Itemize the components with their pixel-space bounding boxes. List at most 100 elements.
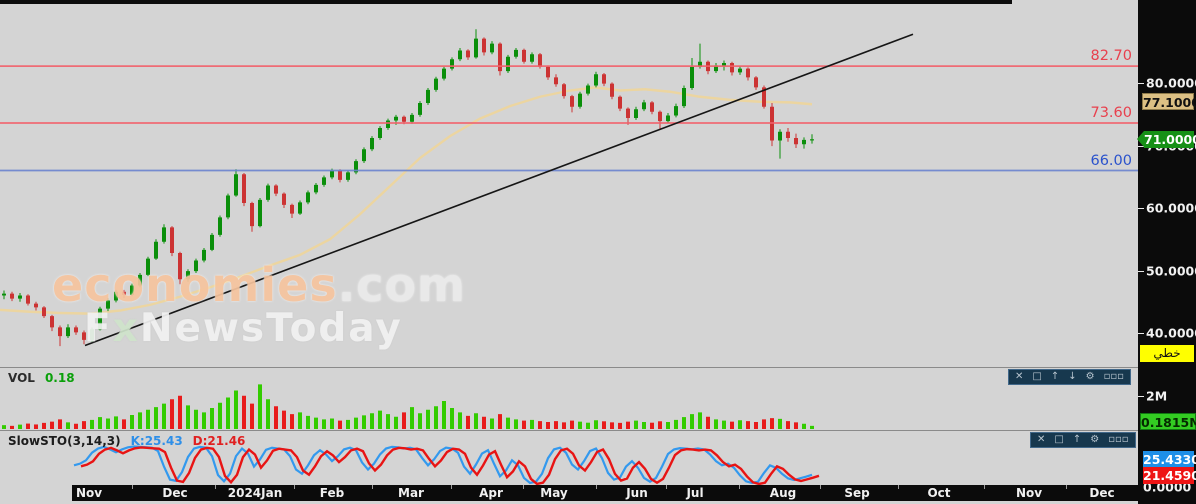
last-price-badge: 71.0000	[1137, 131, 1196, 148]
settings-icon[interactable]: ⚙	[1090, 433, 1099, 447]
month-label: Jun	[626, 486, 648, 500]
candle-body	[434, 78, 438, 90]
volume-bar	[202, 412, 206, 429]
candle-body	[466, 50, 470, 58]
candle-body	[658, 111, 662, 122]
sto-d-value: D:21.46	[192, 434, 246, 448]
candle-body	[202, 249, 206, 261]
close-icon[interactable]: ✕	[1015, 370, 1023, 384]
candle-body	[778, 131, 782, 141]
scale-type-badge[interactable]: خطي	[1140, 345, 1194, 362]
chart-canvas[interactable]	[0, 0, 1138, 504]
candle-body	[314, 184, 318, 193]
move-up-icon[interactable]: ↑	[1073, 433, 1081, 447]
candle-body	[746, 68, 750, 78]
close-icon[interactable]: ✕	[1037, 433, 1045, 447]
volume-bar	[626, 421, 630, 429]
candle-body	[114, 291, 118, 301]
volume-bar	[554, 421, 558, 429]
candle-body	[514, 49, 518, 57]
candle-body	[18, 295, 22, 299]
volume-bar	[34, 424, 38, 429]
candle-body	[602, 74, 606, 84]
volume-bar	[90, 419, 94, 429]
volume-bar	[714, 419, 718, 429]
volume-bar	[730, 421, 734, 429]
candle-body	[242, 174, 246, 203]
candle-body	[634, 109, 638, 118]
volume-bar	[58, 419, 62, 429]
volume-bar	[242, 395, 246, 429]
move-up-icon[interactable]: ↑	[1051, 370, 1059, 384]
maximize-icon[interactable]: □	[1032, 370, 1041, 384]
candle-body	[66, 327, 70, 337]
volume-axis-tick: 2M	[1146, 388, 1168, 404]
price-tick-label: 60.0000	[1146, 200, 1196, 216]
candle-body	[426, 89, 430, 103]
candle-body	[338, 170, 342, 180]
volume-bar	[810, 425, 814, 429]
volume-bar	[170, 399, 174, 429]
more-icon[interactable]: ▫▫▫	[1108, 433, 1128, 447]
sto-k-badge: 25.4330	[1143, 451, 1196, 468]
candle-body	[154, 241, 158, 259]
candle-body	[234, 174, 238, 196]
volume-bar	[266, 399, 270, 429]
month-tickmark	[1065, 485, 1067, 489]
candle-body	[754, 77, 758, 88]
candle-body	[474, 38, 478, 58]
candle-body	[58, 327, 62, 337]
candle-body	[618, 96, 622, 109]
trading-chart-window: { "ui": { "watermark": { "brand": "econo…	[0, 0, 1196, 504]
month-tickmark	[595, 485, 597, 489]
volume-bar	[346, 419, 350, 429]
candle-body	[330, 170, 334, 178]
panel-separator[interactable]	[0, 430, 1138, 431]
candle-body	[50, 316, 54, 328]
candle-body	[130, 285, 134, 295]
candle-body	[74, 327, 78, 333]
volume-bar	[122, 419, 126, 429]
candle-body	[82, 332, 86, 340]
candle-body	[402, 116, 406, 122]
volume-bar	[442, 401, 446, 429]
price-tickmark	[1138, 208, 1144, 209]
volume-bar	[754, 422, 758, 429]
volume-title: VOL	[8, 371, 35, 385]
candle-body	[346, 172, 350, 180]
maximize-icon[interactable]: □	[1054, 433, 1063, 447]
more-icon[interactable]: ▫▫▫	[1104, 370, 1124, 384]
candle-body	[626, 108, 630, 118]
candle-body	[410, 114, 414, 122]
volume-bar	[610, 422, 614, 429]
volume-bar	[186, 405, 190, 429]
candle-body	[730, 63, 734, 73]
time-axis[interactable]: Nov Dec 2024Jan Feb Mar Apr May Jun Jul Aug Sep Oct…	[72, 485, 1196, 501]
month-label: Apr	[479, 486, 503, 500]
candle-body	[170, 227, 174, 253]
volume-bar	[226, 397, 230, 429]
volume-bar	[482, 416, 486, 429]
volume-bar	[154, 407, 158, 429]
candle-body	[378, 128, 382, 138]
volume-bar	[82, 421, 86, 429]
volume-bar	[458, 412, 462, 429]
volume-bar	[570, 420, 574, 429]
month-label: Dec	[162, 486, 188, 500]
trendline[interactable]	[84, 33, 914, 347]
sto-d-badge: 21.4590	[1143, 467, 1196, 484]
settings-icon[interactable]: ⚙	[1086, 370, 1095, 384]
volume-bar	[338, 420, 342, 429]
volume-bar	[50, 421, 54, 429]
volume-bar	[274, 406, 278, 429]
move-down-icon[interactable]: ↓	[1068, 370, 1076, 384]
month-label: Nov	[1015, 486, 1043, 500]
volume-bar	[602, 421, 606, 429]
volume-bar	[738, 420, 742, 429]
volume-bar	[298, 412, 302, 429]
panel-separator[interactable]	[0, 367, 1138, 368]
hline-label: 73.60	[1090, 105, 1132, 121]
candle-body	[386, 120, 390, 128]
volume-bar	[386, 414, 390, 429]
volume-bar	[330, 418, 334, 429]
